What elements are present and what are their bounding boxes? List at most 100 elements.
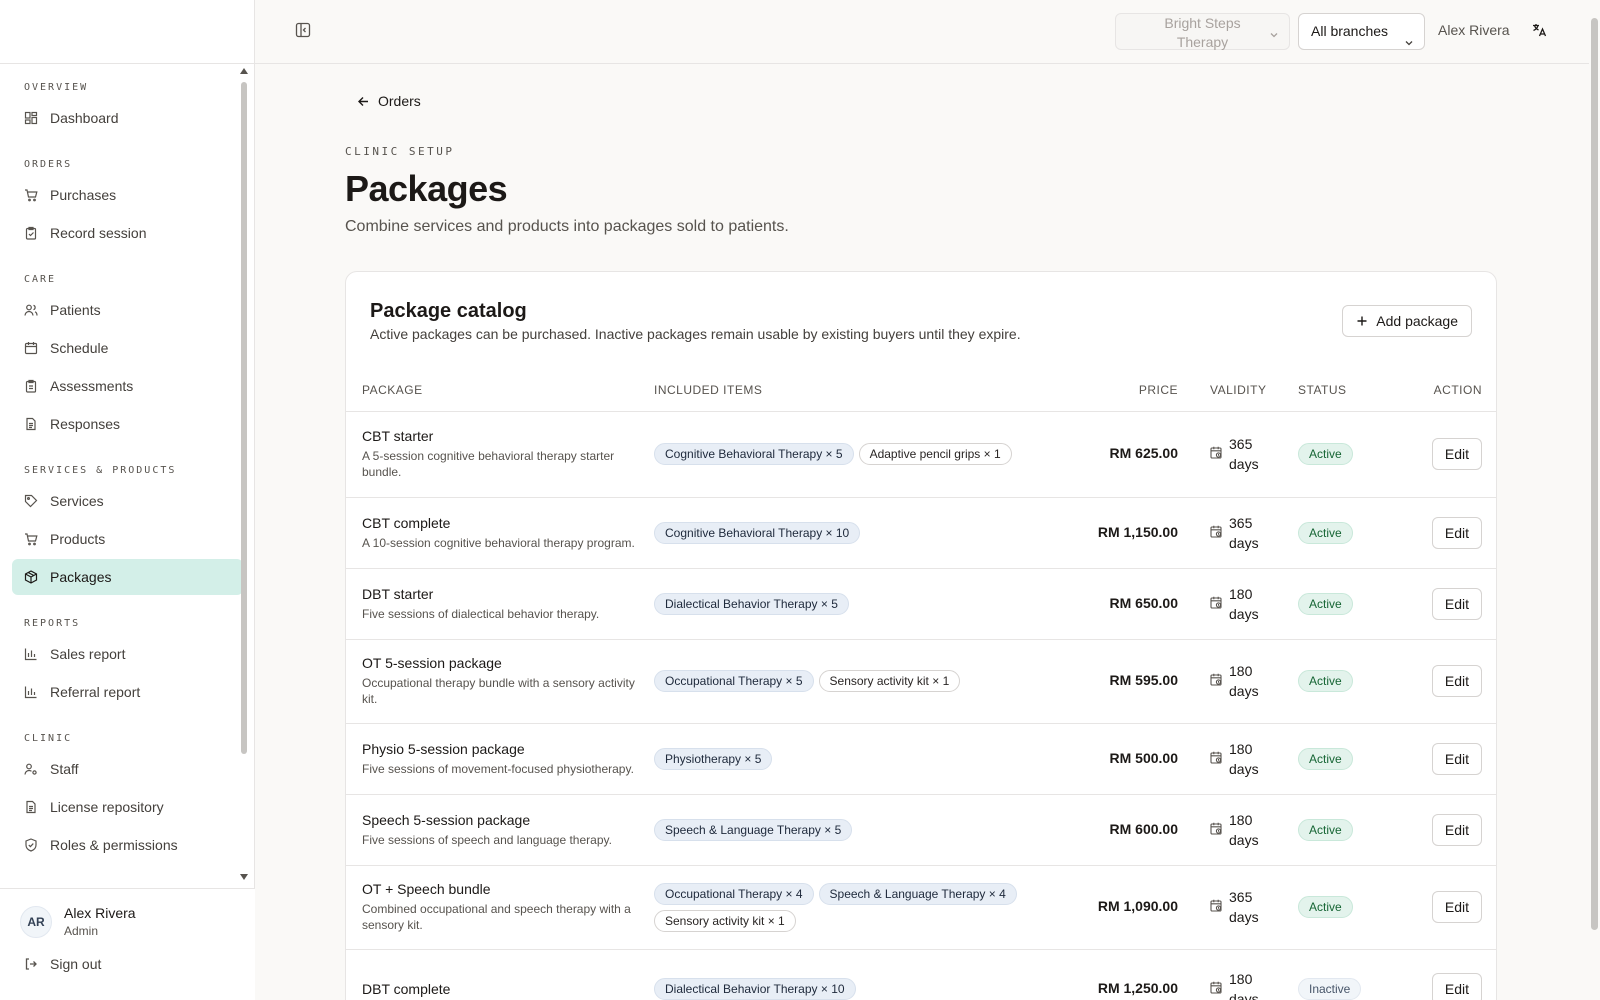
table-row: DBT starter Five sessions of dialectical…	[346, 568, 1496, 640]
clipboard-list-icon	[24, 379, 38, 393]
status-cell: Active	[1298, 411, 1393, 498]
validity-number: 180	[1229, 740, 1253, 757]
edit-package-button[interactable]: Edit	[1431, 438, 1482, 470]
add-package-button[interactable]: Add package	[1342, 305, 1472, 337]
sidebar-item-label: Record session	[50, 225, 147, 241]
sidebar-item-sales-report[interactable]: Sales report	[12, 636, 243, 672]
table-row: OT 5-session package Occupational therap…	[346, 639, 1496, 724]
column-header-price[interactable]: PRICE	[1044, 369, 1194, 412]
column-header-validity[interactable]: VALIDITY	[1194, 369, 1298, 412]
action-cell: Edit	[1393, 639, 1496, 724]
included-items-cell: Cognitive Behavioral Therapy × 5 Adaptive…	[654, 411, 1044, 498]
shield-check-icon	[24, 838, 38, 852]
sign-out-button[interactable]: Sign out	[0, 938, 255, 972]
sidebar-item-assessments[interactable]: Assessments	[12, 368, 243, 404]
avatar: AR	[20, 905, 52, 938]
sidebar-scrollbar[interactable]	[240, 68, 248, 880]
package-price: RM 500.00	[1109, 749, 1178, 766]
sidebar-item-label: Packages	[50, 569, 112, 585]
edit-package-button[interactable]: Edit	[1431, 516, 1482, 549]
sidebar-item-label: Schedule	[50, 340, 109, 356]
table-row: Speech 5-session package Five sessions o…	[346, 794, 1496, 866]
page-subtitle: Combine services and products into packa…	[345, 218, 789, 235]
status-badge: Active	[1298, 818, 1353, 841]
sidebar-item-license-repository[interactable]: License repository	[12, 789, 243, 825]
back-to-orders-link[interactable]: Orders	[357, 93, 421, 109]
included-item-chip: Dialectical Behavior Therapy × 10	[654, 978, 856, 1000]
package-cell: CBT complete A 10-session cognitive beha…	[346, 497, 654, 569]
status-cell: Active	[1298, 794, 1393, 866]
validity-cell: 180 days	[1194, 639, 1298, 724]
sidebar-item-products[interactable]: Products	[12, 521, 243, 557]
package-name: OT + Speech bundle	[362, 881, 491, 897]
sidebar-item-schedule[interactable]: Schedule	[12, 330, 243, 366]
edit-package-button[interactable]: Edit	[1431, 665, 1482, 697]
page-scrollbar[interactable]	[1589, 0, 1600, 1000]
table-row: CBT complete A 10-session cognitive beha…	[346, 497, 1496, 569]
package-cell: Speech 5-session package Five sessions o…	[346, 794, 654, 866]
edit-package-button[interactable]: Edit	[1431, 587, 1482, 620]
sidebar-item-dashboard[interactable]: Dashboard	[12, 100, 243, 136]
topbar-user-name[interactable]: Alex Rivera	[1438, 22, 1510, 38]
scroll-down-arrow-icon[interactable]	[240, 874, 248, 880]
sidebar-nav: OVERVIEW Dashboard ORDERS Purchases Reco…	[0, 64, 255, 888]
sidebar-toggle-icon[interactable]	[295, 22, 313, 40]
column-header-package[interactable]: PACKAGE	[346, 369, 654, 412]
status-badge: Active	[1298, 670, 1353, 692]
sidebar-scroll-thumb[interactable]	[241, 82, 247, 754]
price-cell: RM 595.00	[1044, 639, 1194, 724]
sign-out-label: Sign out	[50, 956, 102, 972]
included-item-chip: Dialectical Behavior Therapy × 5	[654, 592, 849, 615]
sidebar-item-patients[interactable]: Patients	[12, 292, 243, 328]
action-cell: Edit	[1393, 411, 1496, 498]
included-item-chip: Occupational Therapy × 4	[654, 882, 814, 905]
calendar-clock-icon	[1210, 596, 1223, 609]
sidebar-item-packages[interactable]: Packages	[12, 559, 243, 595]
scroll-up-arrow-icon[interactable]	[240, 68, 248, 74]
sidebar-item-label: Roles & permissions	[50, 837, 178, 853]
sidebar-item-roles-and-permissions[interactable]: Roles & permissions	[12, 827, 243, 863]
included-items-cell: Cognitive Behavioral Therapy × 10	[654, 497, 1044, 569]
clinic-select[interactable]: Bright Steps Therapy	[1115, 13, 1290, 50]
file-text-icon	[24, 800, 38, 814]
included-item-chip: Sensory activity kit × 1	[818, 670, 961, 692]
edit-package-button[interactable]: Edit	[1431, 813, 1482, 846]
edit-package-button[interactable]: Edit	[1431, 973, 1482, 1000]
package-catalog-card: Package catalog Active packages can be p…	[345, 271, 1497, 1000]
edit-package-button[interactable]: Edit	[1431, 891, 1482, 923]
sidebar-item-responses[interactable]: Responses	[12, 406, 243, 442]
table-row: CBT starter A 5-session cognitive behavi…	[346, 411, 1496, 498]
calendar-clock-icon	[1210, 446, 1223, 459]
branch-select[interactable]: All branches	[1298, 13, 1425, 50]
sidebar-item-referral-report[interactable]: Referral report	[12, 674, 243, 710]
chevron-down-icon	[1269, 26, 1279, 45]
package-cell: CBT starter A 5-session cognitive behavi…	[346, 411, 654, 498]
page-scroll-thumb[interactable]	[1591, 18, 1598, 930]
package-name: DBT complete	[362, 981, 451, 997]
package-description: A 10-session cognitive behavioral therap…	[362, 535, 635, 550]
sidebar-logo-area	[0, 0, 254, 64]
sidebar-item-record-session[interactable]: Record session	[12, 215, 243, 251]
user-profile[interactable]: AR Alex Rivera Admin	[0, 889, 255, 938]
validity-cell: 180 days	[1194, 949, 1298, 1000]
sidebar-item-services[interactable]: Services	[12, 483, 243, 519]
validity-cell: 365 days	[1194, 865, 1298, 950]
table-row: DBT complete Dialectical Behavior Therap…	[346, 949, 1496, 1000]
calendar-clock-icon	[1210, 751, 1223, 764]
column-header-status[interactable]: STATUS	[1298, 369, 1393, 412]
table-row: OT + Speech bundle Combined occupational…	[346, 865, 1496, 950]
included-item-chip: Physiotherapy × 5	[654, 747, 773, 770]
language-icon[interactable]	[1531, 22, 1547, 43]
user-role: Admin	[64, 924, 99, 938]
sidebar-item-staff[interactable]: Staff	[12, 751, 243, 787]
packages-table: PACKAGE INCLUDED ITEMS PRICE VALIDITY ST…	[346, 369, 1496, 1000]
included-item-chip: Speech & Language Therapy × 5	[654, 818, 853, 841]
validity-unit: days	[1229, 605, 1259, 622]
sidebar-item-purchases[interactable]: Purchases	[12, 177, 243, 213]
file-text-icon	[24, 417, 38, 431]
edit-package-button[interactable]: Edit	[1431, 742, 1482, 775]
validity-number: 180	[1229, 971, 1253, 987]
bar-chart-icon	[24, 685, 38, 699]
price-cell: RM 1,250.00	[1044, 949, 1194, 1000]
included-item-chip: Adaptive pencil grips × 1	[858, 443, 1012, 465]
